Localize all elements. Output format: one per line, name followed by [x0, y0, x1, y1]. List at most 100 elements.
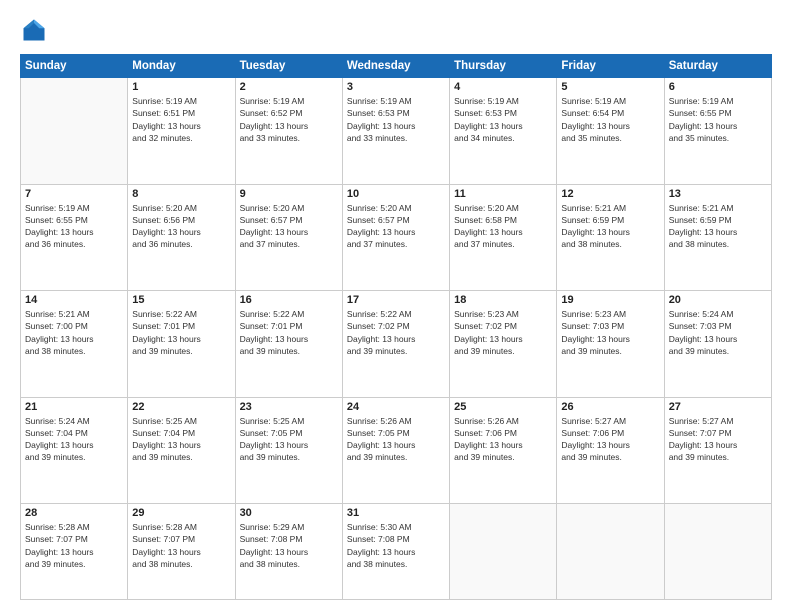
calendar-cell: 15 Sunrise: 5:22 AM Sunset: 7:01 PM Dayli…	[128, 291, 235, 398]
calendar-cell: 2 Sunrise: 5:19 AM Sunset: 6:52 PM Daylig…	[235, 78, 342, 185]
calendar-cell	[557, 504, 664, 600]
day-info: Sunrise: 5:19 AM Sunset: 6:52 PM Dayligh…	[240, 95, 338, 144]
weekday-header-friday: Friday	[557, 55, 664, 78]
day-info: Sunrise: 5:25 AM Sunset: 7:05 PM Dayligh…	[240, 415, 338, 464]
day-info: Sunrise: 5:19 AM Sunset: 6:54 PM Dayligh…	[561, 95, 659, 144]
day-info: Sunrise: 5:22 AM Sunset: 7:01 PM Dayligh…	[132, 308, 230, 357]
day-info: Sunrise: 5:19 AM Sunset: 6:53 PM Dayligh…	[454, 95, 552, 144]
weekday-header-row: SundayMondayTuesdayWednesdayThursdayFrid…	[21, 55, 772, 78]
calendar-cell: 20Sunrise: 5:24 AM Sunset: 7:03 PM Dayli…	[664, 291, 771, 398]
day-number: 11	[454, 188, 552, 200]
day-info: Sunrise: 5:20 AM Sunset: 6:57 PM Dayligh…	[347, 202, 445, 251]
day-info: Sunrise: 5:29 AM Sunset: 7:08 PM Dayligh…	[240, 521, 338, 570]
calendar-cell: 7 Sunrise: 5:19 AM Sunset: 6:55 PM Daylig…	[21, 184, 128, 291]
day-info: Sunrise: 5:22 AM Sunset: 7:02 PM Dayligh…	[347, 308, 445, 357]
day-number: 22	[132, 401, 230, 413]
weekday-header-saturday: Saturday	[664, 55, 771, 78]
day-info: Sunrise: 5:21 AM Sunset: 6:59 PM Dayligh…	[669, 202, 767, 251]
weekday-header-sunday: Sunday	[21, 55, 128, 78]
day-number: 27	[669, 401, 767, 413]
logo	[20, 16, 52, 44]
day-number: 17	[347, 294, 445, 306]
calendar-cell: 26 Sunrise: 5:27 AM Sunset: 7:06 PM Dayli…	[557, 397, 664, 504]
day-number: 13	[669, 188, 767, 200]
day-info: Sunrise: 5:20 AM Sunset: 6:56 PM Dayligh…	[132, 202, 230, 251]
day-number: 26	[561, 401, 659, 413]
calendar-cell: 4 Sunrise: 5:19 AM Sunset: 6:53 PM Daylig…	[450, 78, 557, 185]
calendar-cell: 21 Sunrise: 5:24 AM Sunset: 7:04 PM Dayli…	[21, 397, 128, 504]
day-number: 24	[347, 401, 445, 413]
day-number: 30	[240, 507, 338, 519]
day-number: 6	[669, 81, 767, 93]
day-info: Sunrise: 5:19 AM Sunset: 6:51 PM Dayligh…	[132, 95, 230, 144]
day-info: Sunrise: 5:28 AM Sunset: 7:07 PM Dayligh…	[132, 521, 230, 570]
calendar-cell: 13 Sunrise: 5:21 AM Sunset: 6:59 PM Dayli…	[664, 184, 771, 291]
day-number: 19	[561, 294, 659, 306]
day-number: 23	[240, 401, 338, 413]
day-number: 8	[132, 188, 230, 200]
day-info: Sunrise: 5:27 AM Sunset: 7:07 PM Dayligh…	[669, 415, 767, 464]
day-number: 10	[347, 188, 445, 200]
calendar-cell	[21, 78, 128, 185]
day-info: Sunrise: 5:19 AM Sunset: 6:55 PM Dayligh…	[25, 202, 123, 251]
day-info: Sunrise: 5:19 AM Sunset: 6:55 PM Dayligh…	[669, 95, 767, 144]
day-number: 4	[454, 81, 552, 93]
day-number: 29	[132, 507, 230, 519]
calendar-cell: 19 Sunrise: 5:23 AM Sunset: 7:03 PM Dayli…	[557, 291, 664, 398]
weekday-header-tuesday: Tuesday	[235, 55, 342, 78]
week-row-5: 28 Sunrise: 5:28 AM Sunset: 7:07 PM Dayli…	[21, 504, 772, 600]
calendar-cell: 16 Sunrise: 5:22 AM Sunset: 7:01 PM Dayli…	[235, 291, 342, 398]
calendar-cell: 9 Sunrise: 5:20 AM Sunset: 6:57 PM Daylig…	[235, 184, 342, 291]
day-number: 7	[25, 188, 123, 200]
weekday-header-wednesday: Wednesday	[342, 55, 449, 78]
weekday-header-thursday: Thursday	[450, 55, 557, 78]
day-number: 20	[669, 294, 767, 306]
day-number: 15	[132, 294, 230, 306]
calendar-cell: 28 Sunrise: 5:28 AM Sunset: 7:07 PM Dayli…	[21, 504, 128, 600]
calendar-cell: 31 Sunrise: 5:30 AM Sunset: 7:08 PM Dayli…	[342, 504, 449, 600]
day-info: Sunrise: 5:22 AM Sunset: 7:01 PM Dayligh…	[240, 308, 338, 357]
day-info: Sunrise: 5:20 AM Sunset: 6:58 PM Dayligh…	[454, 202, 552, 251]
day-info: Sunrise: 5:20 AM Sunset: 6:57 PM Dayligh…	[240, 202, 338, 251]
day-number: 12	[561, 188, 659, 200]
calendar-table: SundayMondayTuesdayWednesdayThursdayFrid…	[20, 54, 772, 600]
calendar-cell	[664, 504, 771, 600]
calendar-cell: 25 Sunrise: 5:26 AM Sunset: 7:06 PM Dayli…	[450, 397, 557, 504]
calendar-cell: 30 Sunrise: 5:29 AM Sunset: 7:08 PM Dayli…	[235, 504, 342, 600]
calendar-cell: 14 Sunrise: 5:21 AM Sunset: 7:00 PM Dayli…	[21, 291, 128, 398]
week-row-1: 1 Sunrise: 5:19 AM Sunset: 6:51 PM Daylig…	[21, 78, 772, 185]
day-info: Sunrise: 5:19 AM Sunset: 6:53 PM Dayligh…	[347, 95, 445, 144]
day-info: Sunrise: 5:30 AM Sunset: 7:08 PM Dayligh…	[347, 521, 445, 570]
day-number: 2	[240, 81, 338, 93]
day-number: 9	[240, 188, 338, 200]
logo-icon	[20, 16, 48, 44]
day-number: 18	[454, 294, 552, 306]
calendar-cell: 23 Sunrise: 5:25 AM Sunset: 7:05 PM Dayli…	[235, 397, 342, 504]
day-info: Sunrise: 5:26 AM Sunset: 7:06 PM Dayligh…	[454, 415, 552, 464]
weekday-header-monday: Monday	[128, 55, 235, 78]
day-number: 3	[347, 81, 445, 93]
day-number: 21	[25, 401, 123, 413]
day-info: Sunrise: 5:21 AM Sunset: 7:00 PM Dayligh…	[25, 308, 123, 357]
calendar-cell: 8 Sunrise: 5:20 AM Sunset: 6:56 PM Daylig…	[128, 184, 235, 291]
week-row-2: 7 Sunrise: 5:19 AM Sunset: 6:55 PM Daylig…	[21, 184, 772, 291]
day-number: 25	[454, 401, 552, 413]
day-number: 28	[25, 507, 123, 519]
week-row-3: 14 Sunrise: 5:21 AM Sunset: 7:00 PM Dayli…	[21, 291, 772, 398]
day-number: 16	[240, 294, 338, 306]
calendar-cell: 1 Sunrise: 5:19 AM Sunset: 6:51 PM Daylig…	[128, 78, 235, 185]
day-number: 14	[25, 294, 123, 306]
day-info: Sunrise: 5:26 AM Sunset: 7:05 PM Dayligh…	[347, 415, 445, 464]
calendar-cell: 27 Sunrise: 5:27 AM Sunset: 7:07 PM Dayli…	[664, 397, 771, 504]
day-number: 1	[132, 81, 230, 93]
day-number: 31	[347, 507, 445, 519]
day-info: Sunrise: 5:27 AM Sunset: 7:06 PM Dayligh…	[561, 415, 659, 464]
calendar-cell: 29 Sunrise: 5:28 AM Sunset: 7:07 PM Dayli…	[128, 504, 235, 600]
calendar-cell: 11 Sunrise: 5:20 AM Sunset: 6:58 PM Dayli…	[450, 184, 557, 291]
calendar-cell	[450, 504, 557, 600]
day-info: Sunrise: 5:24 AM Sunset: 7:04 PM Dayligh…	[25, 415, 123, 464]
calendar-cell: 5Sunrise: 5:19 AM Sunset: 6:54 PM Daylig…	[557, 78, 664, 185]
day-info: Sunrise: 5:28 AM Sunset: 7:07 PM Dayligh…	[25, 521, 123, 570]
calendar-cell: 6 Sunrise: 5:19 AM Sunset: 6:55 PM Daylig…	[664, 78, 771, 185]
day-info: Sunrise: 5:23 AM Sunset: 7:03 PM Dayligh…	[561, 308, 659, 357]
